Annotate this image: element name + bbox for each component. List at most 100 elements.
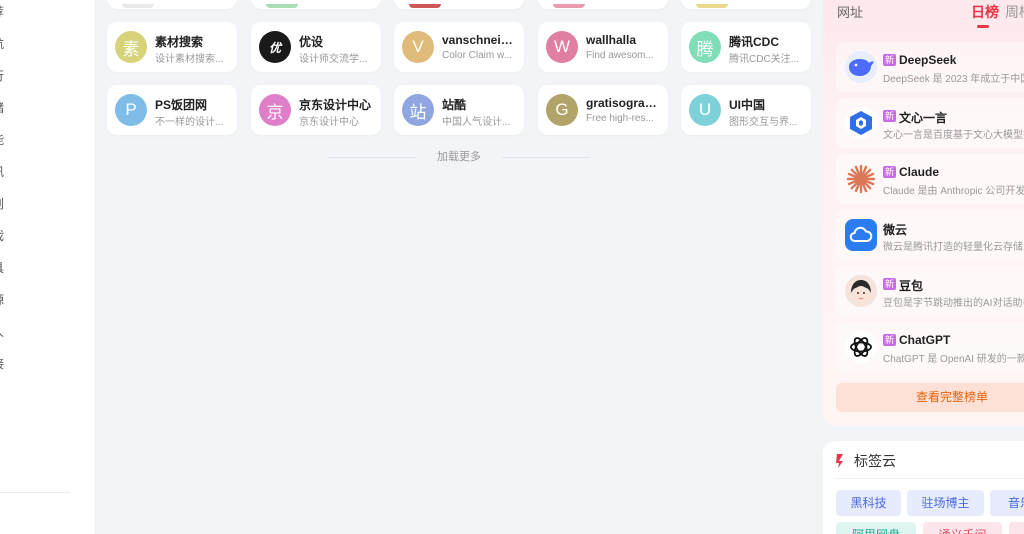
sidebar-item[interactable]: 接 bbox=[0, 356, 12, 372]
card-desc: Color Claim w... bbox=[442, 50, 513, 61]
avatar: 优 bbox=[259, 31, 291, 63]
sidebar-item[interactable]: 具 bbox=[0, 260, 12, 276]
site-card[interactable]: P PS饭团网 不一样的设计... bbox=[107, 85, 237, 135]
hot-item[interactable]: 新 DeepSeek DeepSeek 是 2023 年成立于中国... bbox=[836, 42, 1024, 92]
site-card-partial[interactable] bbox=[394, 0, 524, 9]
site-card[interactable]: 站 站酷 中国人气设计... bbox=[394, 85, 524, 135]
load-more[interactable]: 加载更多 bbox=[328, 150, 590, 164]
cloud-icon bbox=[845, 219, 877, 251]
avatar: 京 bbox=[259, 94, 291, 126]
card-desc: 京东设计中心 bbox=[299, 117, 359, 128]
tag-item[interactable]: 黑科技 bbox=[836, 490, 901, 516]
sidebar-item[interactable]: 航 bbox=[0, 36, 12, 52]
hot-item[interactable]: 微云 微云是腾讯打造的轻量化云存储... bbox=[836, 210, 1024, 260]
wenxin-icon bbox=[845, 107, 877, 139]
new-badge: 新 bbox=[883, 110, 896, 122]
sidebar-item[interactable]: 人 bbox=[0, 324, 12, 340]
hot-item-name: DeepSeek bbox=[899, 53, 957, 67]
claude-icon bbox=[845, 163, 877, 195]
site-card-partial[interactable] bbox=[681, 0, 811, 9]
card-desc: 图形交互与界... bbox=[729, 117, 798, 128]
sidebar: 荐 航 行 储 能 讯 划 戏 具 源 人 接 bbox=[0, 0, 96, 534]
card-title: 优设 bbox=[299, 35, 324, 49]
new-badge: 新 bbox=[883, 166, 896, 178]
site-card[interactable]: V vanschneider... Color Claim w... bbox=[394, 22, 524, 72]
hot-item-name: 豆包 bbox=[899, 279, 924, 293]
avatar: 站 bbox=[402, 94, 434, 126]
card-title: 京东设计中心 bbox=[299, 98, 372, 112]
avatar bbox=[553, 4, 585, 8]
avatar bbox=[122, 4, 154, 8]
tag-item[interactable]: 音乐 bbox=[990, 490, 1024, 516]
avatar bbox=[266, 4, 298, 8]
card-title: wallhalla bbox=[586, 33, 637, 47]
card-title: 站酷 bbox=[442, 98, 467, 112]
card-desc: 腾讯CDC关注... bbox=[729, 54, 799, 65]
card-desc: Free high-res... bbox=[586, 113, 654, 124]
site-card[interactable]: 腾 腾讯CDC 腾讯CDC关注... bbox=[681, 22, 811, 72]
divider bbox=[502, 157, 590, 158]
site-card-partial[interactable] bbox=[107, 0, 237, 9]
tag-cloud-title: 标签云 bbox=[854, 453, 896, 469]
tag-cloud-header: 标签云 bbox=[835, 451, 896, 471]
site-card-partial[interactable] bbox=[538, 0, 668, 9]
tag-item[interactable]: 阿里网盘 bbox=[836, 522, 916, 534]
site-card[interactable]: G gratisography Free high-res... bbox=[538, 85, 668, 135]
card-desc: 设计素材搜索... bbox=[155, 54, 224, 65]
hot-item-name: Claude bbox=[899, 165, 940, 179]
site-card[interactable]: 京 京东设计中心 京东设计中心 bbox=[251, 85, 381, 135]
hot-item[interactable]: 新 Claude Claude 是由 Anthropic 公司开发... bbox=[836, 154, 1024, 204]
avatar: P bbox=[115, 94, 147, 126]
view-full-ranking-button[interactable]: 查看完整榜单 bbox=[836, 383, 1024, 412]
hot-item[interactable]: 新 文心一言 文心一言是百度基于文心大模型技... bbox=[836, 98, 1024, 148]
avatar bbox=[409, 4, 441, 8]
sidebar-item[interactable]: 荐 bbox=[0, 4, 12, 20]
site-card-partial[interactable] bbox=[251, 0, 381, 9]
sidebar-item[interactable]: 戏 bbox=[0, 228, 12, 244]
card-desc: Find awesom... bbox=[586, 50, 654, 61]
sidebar-item[interactable]: 讯 bbox=[0, 164, 12, 180]
tag-item[interactable]: 通义千问 bbox=[923, 522, 1002, 534]
avatar: V bbox=[402, 31, 434, 63]
hot-item-desc: 文心一言是百度基于文心大模型技... bbox=[883, 130, 1024, 141]
hot-item-desc: 微云是腾讯打造的轻量化云存储... bbox=[883, 242, 1024, 253]
divider bbox=[835, 478, 1024, 479]
hot-item[interactable]: 新 豆包 豆包是字节跳动推出的AI对话助手... bbox=[836, 266, 1024, 316]
active-tab-indicator bbox=[977, 25, 989, 28]
sidebar-divider bbox=[0, 492, 70, 493]
sidebar-item[interactable]: 划 bbox=[0, 196, 12, 212]
avatar: G bbox=[546, 94, 578, 126]
tag-item[interactable] bbox=[1009, 522, 1024, 534]
tab-url[interactable]: 网址 bbox=[837, 2, 863, 21]
site-card[interactable]: W wallhalla Find awesom... bbox=[538, 22, 668, 72]
card-title: PS饭团网 bbox=[155, 98, 208, 112]
avatar: W bbox=[546, 31, 578, 63]
avatar: U bbox=[689, 94, 721, 126]
site-card[interactable]: 素 素材搜索 设计素材搜索... bbox=[107, 22, 237, 72]
hot-item-desc: ChatGPT 是 OpenAI 研发的一款... bbox=[883, 354, 1024, 365]
tab-daily[interactable]: 日榜 bbox=[971, 2, 999, 22]
site-card[interactable]: 优 优设 设计师交流学... bbox=[251, 22, 381, 72]
sidebar-item[interactable]: 储 bbox=[0, 100, 12, 116]
tag-item[interactable]: 驻场博主 bbox=[907, 490, 984, 516]
sidebar-item[interactable]: 源 bbox=[0, 292, 12, 308]
tab-weekly[interactable]: 周榜 bbox=[1005, 2, 1024, 22]
card-desc: 设计师交流学... bbox=[299, 54, 368, 65]
sidebar-item[interactable]: 行 bbox=[0, 68, 12, 84]
new-badge: 新 bbox=[883, 54, 896, 66]
new-badge: 新 bbox=[883, 278, 896, 290]
hot-item-desc: DeepSeek 是 2023 年成立于中国... bbox=[883, 74, 1024, 85]
sidebar-item[interactable]: 能 bbox=[0, 132, 12, 148]
whale-icon bbox=[845, 51, 877, 83]
avatar: 素 bbox=[115, 31, 147, 63]
hot-item[interactable]: 新 ChatGPT ChatGPT 是 OpenAI 研发的一款... bbox=[836, 322, 1024, 372]
doubao-icon bbox=[845, 275, 877, 307]
tag-cloud-panel: 标签云 黑科技 驻场博主 音乐 阿里网盘 通义千问 bbox=[823, 441, 1024, 534]
site-card[interactable]: U UI中国 图形交互与界... bbox=[681, 85, 811, 135]
tag-icon bbox=[835, 454, 847, 468]
card-title: UI中国 bbox=[729, 98, 766, 112]
avatar bbox=[696, 4, 728, 8]
hot-ranking-panel: 网址 日榜 周榜 新 DeepSeek DeepSeek 是 2023 年成立于… bbox=[823, 0, 1024, 426]
card-title: 素材搜索 bbox=[155, 35, 204, 49]
avatar: 腾 bbox=[689, 31, 721, 63]
